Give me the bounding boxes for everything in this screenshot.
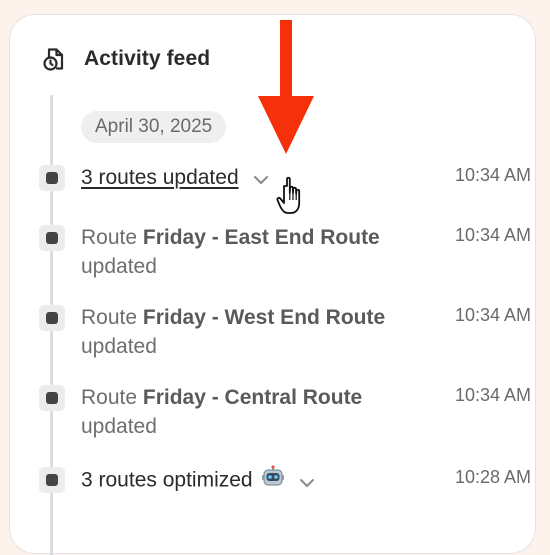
timeline-dot bbox=[39, 165, 65, 191]
route-suffix: updated bbox=[81, 415, 157, 438]
feed-item-text: Route Friday - Central Route updated bbox=[81, 383, 421, 441]
chevron-down-icon[interactable] bbox=[299, 467, 315, 496]
card-header: Activity feed bbox=[40, 45, 210, 73]
routes-optimized-text: 3 routes optimized bbox=[81, 468, 253, 492]
timeline-dot bbox=[39, 225, 65, 251]
route-prefix: Route bbox=[81, 226, 143, 249]
feed-item-text: 3 routes updated bbox=[81, 163, 421, 193]
timeline-dot bbox=[39, 467, 65, 493]
routes-updated-link[interactable]: 3 routes updated bbox=[81, 166, 239, 189]
activity-feed-icon bbox=[40, 45, 68, 73]
timeline-dot bbox=[39, 305, 65, 331]
hand-cursor-icon bbox=[276, 176, 314, 223]
feed-item-text: 3 routes optimized bbox=[81, 465, 421, 497]
route-name: Friday - West End Route bbox=[142, 306, 386, 329]
timestamp: 10:28 AM bbox=[454, 467, 531, 487]
route-name: Friday - Central Route bbox=[142, 386, 363, 409]
feed-item-text: Route Friday - East End Route updated bbox=[81, 223, 421, 281]
timeline-dot bbox=[39, 385, 65, 411]
date-group-pill: April 30, 2025 bbox=[81, 111, 227, 143]
timestamp: 10:34 AM bbox=[454, 165, 531, 185]
route-prefix: Route bbox=[81, 306, 143, 329]
timestamp: 10:34 AM bbox=[454, 225, 531, 245]
card-title: Activity feed bbox=[84, 47, 211, 70]
robot-icon bbox=[261, 465, 285, 497]
feed-item-text: Route Friday - West End Route updated bbox=[81, 303, 421, 361]
timestamp: 10:34 AM bbox=[454, 385, 531, 405]
chevron-down-icon[interactable] bbox=[253, 164, 269, 193]
annotation-arrow-icon bbox=[256, 18, 316, 163]
route-name: Friday - East End Route bbox=[142, 226, 380, 249]
route-suffix: updated bbox=[81, 255, 157, 278]
route-prefix: Route bbox=[81, 386, 143, 409]
route-suffix: updated bbox=[81, 335, 157, 358]
timestamp: 10:34 AM bbox=[454, 305, 531, 325]
